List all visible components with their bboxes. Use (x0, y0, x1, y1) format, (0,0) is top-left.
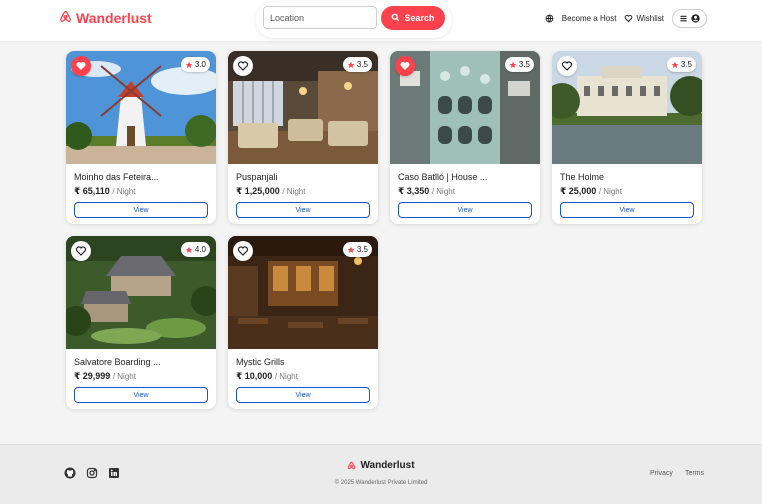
rating-value: 3.5 (680, 60, 692, 69)
rating-value: 3.5 (518, 60, 530, 69)
location-search-input[interactable] (263, 6, 377, 29)
price-unit: / Night (282, 187, 306, 196)
price-amount: ₹ 1,25,000 (236, 186, 280, 196)
rating-badge: 3.5 (666, 57, 696, 72)
price-unit: / Night (274, 372, 298, 381)
star-icon (671, 61, 679, 69)
footer-brand-name: Wanderlust (360, 460, 415, 471)
heart-outline-icon (237, 60, 249, 72)
listing-title: Caso Batlló | House ... (398, 172, 488, 182)
rating-badge: 3.5 (504, 57, 534, 72)
listing-card[interactable]: 3.5 Puspanjali ₹ 1,25,000 / Night View (228, 51, 378, 224)
heart-outline-icon (237, 245, 249, 257)
navbar: Wanderlust Search Become a Host Wishlist (0, 0, 762, 42)
listing-price: ₹ 10,000 / Night (236, 371, 298, 382)
price-amount: ₹ 29,999 (74, 371, 111, 381)
price-amount: ₹ 10,000 (236, 371, 273, 381)
price-unit: / Night (431, 187, 455, 196)
view-button[interactable]: View (236, 202, 370, 218)
rating-badge: 3.0 (180, 57, 210, 72)
rating-value: 3.5 (356, 245, 368, 254)
price-unit: / Night (112, 372, 136, 381)
heart-filled-icon (399, 60, 411, 72)
price-amount: ₹ 3,350 (398, 186, 430, 196)
view-button[interactable]: View (74, 387, 208, 403)
footer-links: Privacy Terms (650, 470, 704, 477)
airbnb-logo-icon (59, 10, 72, 26)
listing-card[interactable]: 4.0 Salvatore Boarding ... ₹ 29,999 / Ni… (66, 236, 216, 409)
hamburger-icon (679, 14, 688, 23)
become-host-link[interactable]: Become a Host (562, 14, 617, 23)
star-icon (347, 246, 355, 254)
brand-name: Wanderlust (76, 10, 152, 26)
listing-title: Salvatore Boarding ... (74, 357, 161, 367)
search-icon (391, 13, 400, 24)
wishlist-link[interactable]: Wishlist (624, 14, 664, 23)
heart-outline-icon (75, 245, 87, 257)
listing-title: Moinho das Feteira... (74, 172, 159, 182)
view-button[interactable]: View (74, 202, 208, 218)
view-button[interactable]: View (236, 387, 370, 403)
rating-badge: 3.5 (342, 57, 372, 72)
rating-badge: 3.5 (342, 242, 372, 257)
footer-brand: Wanderlust (0, 460, 762, 471)
star-icon (185, 246, 193, 254)
wishlist-toggle[interactable] (233, 56, 253, 76)
globe-icon[interactable] (545, 14, 554, 23)
price-unit: / Night (598, 187, 622, 196)
rating-value: 3.0 (194, 60, 206, 69)
footer: Wanderlust © 2025 Wanderlust Private Lim… (0, 444, 762, 504)
price-unit: / Night (112, 187, 136, 196)
user-avatar-icon (691, 14, 700, 23)
star-icon (509, 61, 517, 69)
price-amount: ₹ 25,000 (560, 186, 597, 196)
listing-card[interactable]: 3.5 Caso Batlló | House ... ₹ 3,350 / Ni… (390, 51, 540, 224)
listing-title: Puspanjali (236, 172, 278, 182)
price-amount: ₹ 65,110 (74, 186, 110, 196)
wishlist-label: Wishlist (636, 14, 664, 23)
airbnb-logo-icon (347, 461, 356, 470)
listing-title: The Holme (560, 172, 605, 182)
star-icon (347, 61, 355, 69)
view-button[interactable]: View (398, 202, 532, 218)
wishlist-toggle[interactable] (71, 241, 91, 261)
search-button-label: Search (404, 13, 435, 23)
wishlist-toggle[interactable] (71, 56, 91, 76)
view-button[interactable]: View (560, 202, 694, 218)
brand-logo[interactable]: Wanderlust (59, 10, 152, 26)
copyright-text: © 2025 Wanderlust Private Limited (334, 480, 428, 486)
listing-price: ₹ 29,999 / Night (74, 371, 136, 382)
listing-card[interactable]: 3.5 The Holme ₹ 25,000 / Night View (552, 51, 702, 224)
wishlist-toggle[interactable] (557, 56, 577, 76)
listing-price: ₹ 3,350 / Night (398, 186, 455, 197)
listing-card[interactable]: 3.5 Mystic Grills ₹ 10,000 / Night View (228, 236, 378, 409)
rating-value: 4.0 (194, 245, 206, 254)
terms-link[interactable]: Terms (685, 470, 704, 477)
search-button[interactable]: Search (381, 6, 445, 30)
privacy-link[interactable]: Privacy (650, 470, 673, 477)
heart-filled-icon (75, 60, 87, 72)
listing-price: ₹ 1,25,000 / Night (236, 186, 305, 197)
wishlist-toggle[interactable] (395, 56, 415, 76)
heart-outline-icon (561, 60, 573, 72)
rating-badge: 4.0 (180, 242, 210, 257)
listing-card[interactable]: 3.0 Moinho das Feteira... ₹ 65,110 / Nig… (66, 51, 216, 224)
listing-price: ₹ 25,000 / Night (560, 186, 622, 197)
nav-actions: Become a Host Wishlist (545, 9, 707, 28)
listing-title: Mystic Grills (236, 357, 285, 367)
heart-outline-icon (624, 14, 633, 23)
rating-value: 3.5 (356, 60, 368, 69)
star-icon (185, 61, 193, 69)
wishlist-toggle[interactable] (233, 241, 253, 261)
listing-price: ₹ 65,110 / Night (74, 186, 135, 197)
user-menu-button[interactable] (672, 9, 707, 28)
